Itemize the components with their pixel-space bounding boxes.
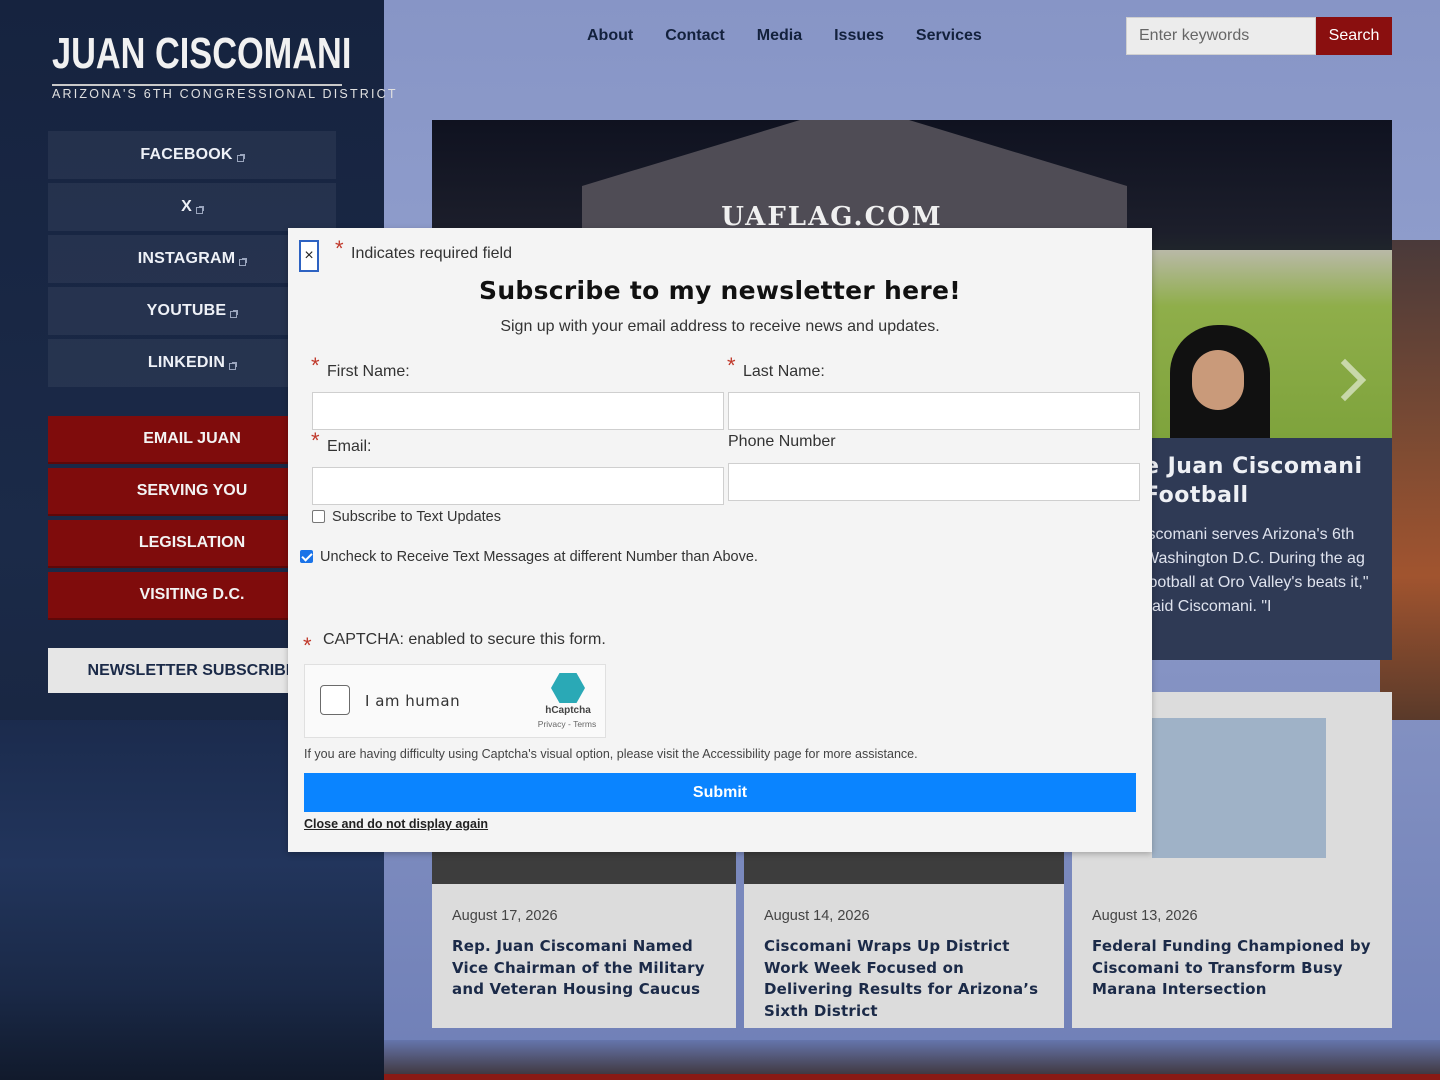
search-button[interactable]: Search	[1316, 17, 1392, 55]
external-link-icon	[195, 205, 204, 214]
last-name-field[interactable]	[728, 392, 1140, 430]
social-link-x[interactable]: X	[48, 183, 336, 231]
external-link-icon	[229, 361, 238, 370]
news-title[interactable]: Ciscomani Wraps Up District Work Week Fo…	[764, 936, 1054, 1022]
social-link-label: YOUTUBE	[146, 302, 227, 319]
nav-issues[interactable]: Issues	[818, 24, 900, 48]
newsletter-modal: × * Indicates required field Subscribe t…	[288, 228, 1152, 852]
external-link-icon	[230, 309, 239, 318]
nav-services[interactable]: Services	[900, 24, 998, 48]
social-link-label: INSTAGRAM	[137, 250, 236, 267]
different-number-label: Uncheck to Receive Text Messages at diff…	[320, 549, 758, 565]
captcha-widget: I am human hCaptcha Privacy - Terms	[304, 664, 606, 738]
captcha-brand: hCaptcha	[545, 705, 591, 716]
required-star: *	[727, 353, 736, 378]
news-title[interactable]: Rep. Juan Ciscomani Named Vice Chairman …	[452, 936, 722, 1001]
external-link-icon	[236, 153, 245, 162]
text-updates-label: Subscribe to Text Updates	[332, 509, 501, 525]
required-star: *	[311, 428, 320, 453]
submit-button[interactable]: Submit	[304, 773, 1136, 812]
logo-name-text: JUAN CISCOMANI	[52, 29, 352, 78]
logo-subtitle: ARIZONA'S 6TH CONGRESSIONAL DISTRICT	[52, 84, 396, 101]
logo-name: JUAN CISCOMANI	[52, 29, 351, 78]
first-name-label: First Name:	[327, 363, 410, 380]
social-link-label: LINKEDIN	[147, 354, 226, 371]
modal-title: Subscribe to my newsletter here!	[479, 276, 961, 305]
social-link-facebook[interactable]: FACEBOOK	[48, 131, 336, 179]
social-link-label: X	[181, 198, 192, 215]
news-date: August 17, 2026	[452, 908, 558, 924]
nav-media[interactable]: Media	[741, 24, 818, 48]
required-star: *	[303, 633, 312, 658]
news-date: August 14, 2026	[764, 908, 870, 924]
top-nav: About Contact Media Issues Services	[571, 24, 998, 48]
close-icon[interactable]: ×	[299, 240, 319, 272]
external-link-icon	[239, 257, 248, 266]
captcha-checkbox[interactable]	[320, 685, 350, 715]
close-do-not-display-link[interactable]: Close and do not display again	[304, 817, 488, 831]
hero-person-face	[1192, 350, 1244, 410]
text-updates-checkbox[interactable]	[312, 510, 325, 523]
phone-label: Phone Number	[728, 433, 836, 450]
captcha-links[interactable]: Privacy - Terms	[529, 719, 605, 729]
news-image	[1152, 718, 1326, 858]
captcha-label: CAPTCHA: enabled to secure this form.	[323, 631, 606, 648]
news-title[interactable]: Federal Funding Championed by Ciscomani …	[1092, 936, 1382, 1001]
required-note: Indicates required field	[351, 245, 512, 262]
first-name-field[interactable]	[312, 392, 724, 430]
site-logo[interactable]: JUAN CISCOMANI ARIZONA'S 6TH CONGRESSION…	[52, 29, 396, 102]
captcha-text: I am human	[365, 692, 461, 710]
hero-body: iscomani serves Arizona's 6th Washington…	[1144, 526, 1369, 615]
news-date: August 13, 2026	[1092, 908, 1198, 924]
footer-strip	[384, 1074, 1440, 1080]
required-star: *	[335, 236, 344, 261]
captcha-help: If you are having difficulty using Captc…	[304, 747, 918, 761]
nav-about[interactable]: About	[571, 24, 649, 48]
hero-title[interactable]: e Juan Ciscomani Football	[1144, 452, 1384, 510]
email-label: Email:	[327, 438, 372, 455]
required-star: *	[311, 353, 320, 378]
nav-contact[interactable]: Contact	[649, 24, 741, 48]
last-name-label: Last Name:	[743, 363, 825, 380]
different-number-checkbox[interactable]	[300, 550, 313, 563]
search-input[interactable]	[1126, 17, 1316, 55]
modal-subtitle: Sign up with your email address to recei…	[500, 318, 940, 335]
hcaptcha-logo-icon	[551, 673, 585, 703]
phone-field[interactable]	[728, 463, 1140, 501]
social-link-label: FACEBOOK	[140, 146, 233, 163]
email-field[interactable]	[312, 467, 724, 505]
